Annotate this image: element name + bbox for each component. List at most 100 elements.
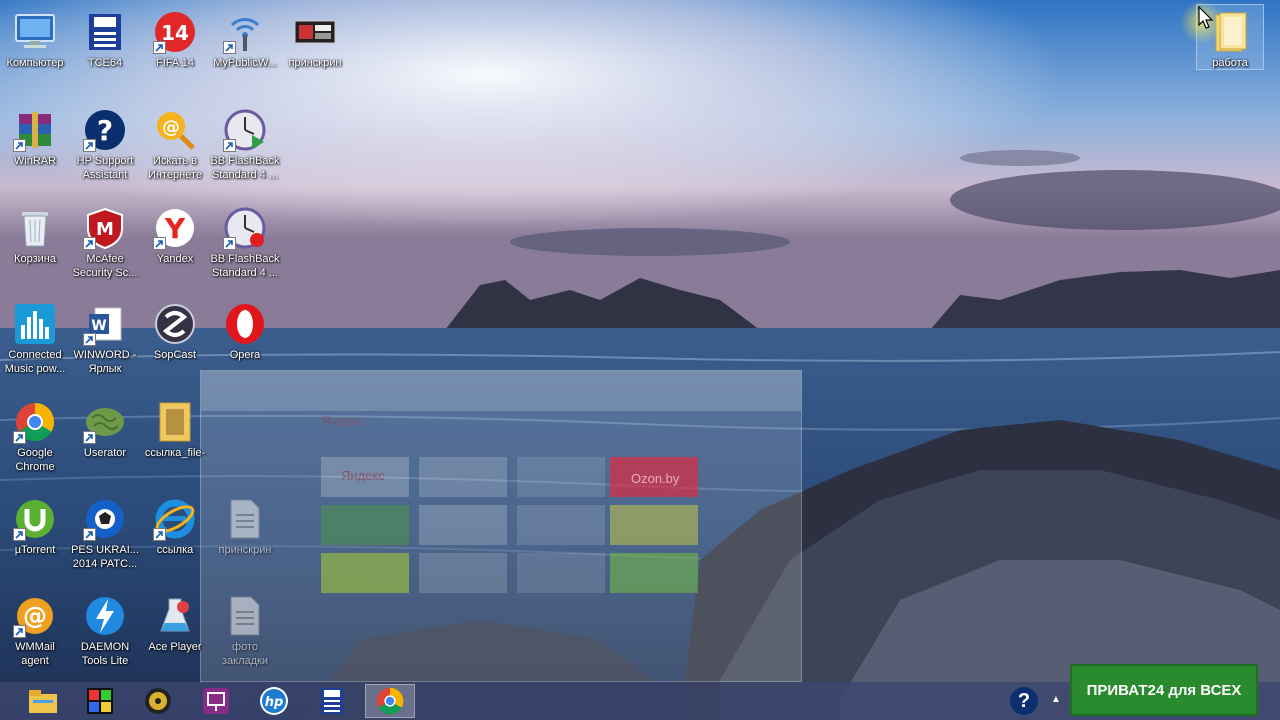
desktop-icon-label: Ace Player [148,641,202,653]
desktop-icon-google-chrome[interactable]: Google Chrome [0,396,71,482]
desktop-icon-search-internet[interactable]: @ Искать в Интернете [139,104,211,190]
mouse-cursor-icon [1198,6,1214,29]
desktop-icon-label: Google Chrome [15,447,55,473]
sopcast-icon [153,302,197,346]
desktop-icon-label: DAEMON Tools Lite [80,641,130,667]
desktop-icon-link-ie[interactable]: ссылка [139,493,211,579]
desktop-icon-computer[interactable]: Компьютер [0,6,71,92]
shortcut-arrow-icon [153,41,166,54]
desktop-icon-label: WINWORD - Ярлык [73,349,137,375]
shortcut-arrow-icon [13,625,26,638]
taskbar-item-puzzle-app[interactable] [75,684,125,718]
tray-show-hidden-icons-chevron[interactable]: ▲ [1048,692,1064,708]
desktop-icon-label: µTorrent [14,544,56,556]
svg-text:W: W [91,318,106,334]
desktop-icon-userator[interactable]: Userator [69,396,141,482]
disc-app-icon [145,688,171,714]
desktop-icon-mypublicwifi[interactable]: MyPublicW... [209,6,281,92]
desktop-icon-fifa14[interactable]: 14 FIFA 14 [139,6,211,92]
desktop-icon-label: SopCast [153,349,197,361]
word-icon: W [83,302,127,346]
taskbar-item-hp[interactable]: hp [249,684,299,718]
fifa14-icon: 14 [153,10,197,54]
desktop-icon-link-file[interactable]: ссылка_file- [139,396,211,482]
taskbar-item-presentation-app[interactable] [191,684,241,718]
desktop-icon-utorrent[interactable]: µTorrent [0,493,71,579]
help-icon: ? [83,108,127,152]
shortcut-arrow-icon [83,333,96,346]
desktop-icon-bb-flashback-recorder[interactable]: BB FlashBack Standard 4 ... [209,202,281,288]
speed-dial-tile [610,505,698,545]
shortcut-arrow-icon [223,139,236,152]
document-icon [223,594,267,638]
desktop-icon-tce64[interactable]: TCE64 [69,6,141,92]
svg-text:@: @ [23,602,47,630]
desktop-icon-printscreen[interactable]: принскрин [279,6,351,92]
desktop-icon-label: McAfee Security Sc... [72,253,138,279]
desktop-icon-ace-player[interactable]: Ace Player [139,590,211,676]
desktop-icon-label: Userator [83,447,127,459]
taskbar-item-document[interactable] [307,684,357,718]
speed-dial-tile [419,505,507,545]
daemon-tools-icon [83,594,127,638]
internet-explorer-icon [153,497,197,541]
desktop-icon-printscreen-file[interactable]: принскрин [209,493,281,579]
desktop-icon-winrar[interactable]: WinRAR [0,104,71,190]
chrome-icon [13,400,57,444]
desktop-icon-sopcast[interactable]: SopCast [139,298,211,384]
shortcut-arrow-icon [83,431,96,444]
search-web-icon: @ [153,108,197,152]
desktop-icon-label: PES UKRAI... 2014 PATC... [71,544,139,570]
svg-text:hp: hp [265,695,284,710]
svg-text:?: ? [97,114,113,147]
speed-dial-tile [517,553,605,593]
winrar-icon [13,108,57,152]
equalizer-icon [13,302,57,346]
desktop-icon-yandex[interactable]: Y Yandex [139,202,211,288]
shortcut-arrow-icon [13,528,26,541]
puzzle-app-icon [87,688,113,714]
desktop-icon-label: Yandex [156,253,194,265]
desktop-icon-label: Искать в Интернете [148,155,202,181]
desktop-icon-label: Connected Music pow... [4,349,66,375]
desktop-icon-daemon-tools[interactable]: DAEMON Tools Lite [69,590,141,676]
privat24-banner[interactable]: ПРИВАТ24 для ВСЕХ [1070,664,1258,716]
shortcut-arrow-icon [13,139,26,152]
chrome-icon [376,687,404,715]
desktop-icon-label: BB FlashBack Standard 4 ... [210,155,280,181]
recycle-bin-icon [13,206,57,250]
desktop-icon-label: Opera [229,349,261,361]
desktop-icon-label: FIFA 14 [156,57,194,69]
desktop-icon-bb-flashback-player[interactable]: BB FlashBack Standard 4 ... [209,104,281,190]
speed-dial-tile-label: Яндекс [341,468,385,483]
taskbar-item-chrome[interactable] [365,684,415,718]
desktop-icon-label: работа [1212,57,1248,69]
shortcut-arrow-icon [83,528,96,541]
taskbar-item-file-explorer[interactable] [18,684,68,718]
desktop-icon-pes-ukraine[interactable]: PES UKRAI... 2014 PATC... [69,493,141,579]
speed-dial-tile [419,553,507,593]
desktop-icon-label: Корзина [14,253,56,265]
shortcut-arrow-icon [223,237,236,250]
taskbar-item-disc-app[interactable] [133,684,183,718]
desktop-icon-label: HP Support Assistant [76,155,134,181]
desktop-icon-winword[interactable]: W WINWORD - Ярлык [69,298,141,384]
presentation-app-icon [203,688,229,714]
utorrent-icon [13,497,57,541]
desktop-icon-mcafee[interactable]: M McAfee Security Sc... [69,202,141,288]
desktop-icon-connected-music[interactable]: Connected Music pow... [0,298,71,384]
desktop-icon-opera[interactable]: Opera [209,298,281,384]
hp-icon: hp [260,687,288,715]
desktop-icon-recycle-bin[interactable]: Корзина [0,202,71,288]
desktop-icon-wmmail-agent[interactable]: @ WMMail agent [0,590,71,676]
shortcut-arrow-icon [83,139,96,152]
desktop-icon-photo-bookmarks[interactable]: фото закладки [209,590,281,676]
tray-help-icon[interactable]: ? [1010,687,1038,715]
desktop-icon-label: фото закладки [221,641,268,667]
ghost-search-text: Яндекс [321,413,365,428]
desktop-icon-label: BB FlashBack Standard 4 ... [210,253,280,279]
browser-toolbar [201,371,801,411]
desktop-icon-hp-support-assistant[interactable]: ? HP Support Assistant [69,104,141,190]
pes-icon [83,497,127,541]
svg-text:@: @ [162,117,180,138]
